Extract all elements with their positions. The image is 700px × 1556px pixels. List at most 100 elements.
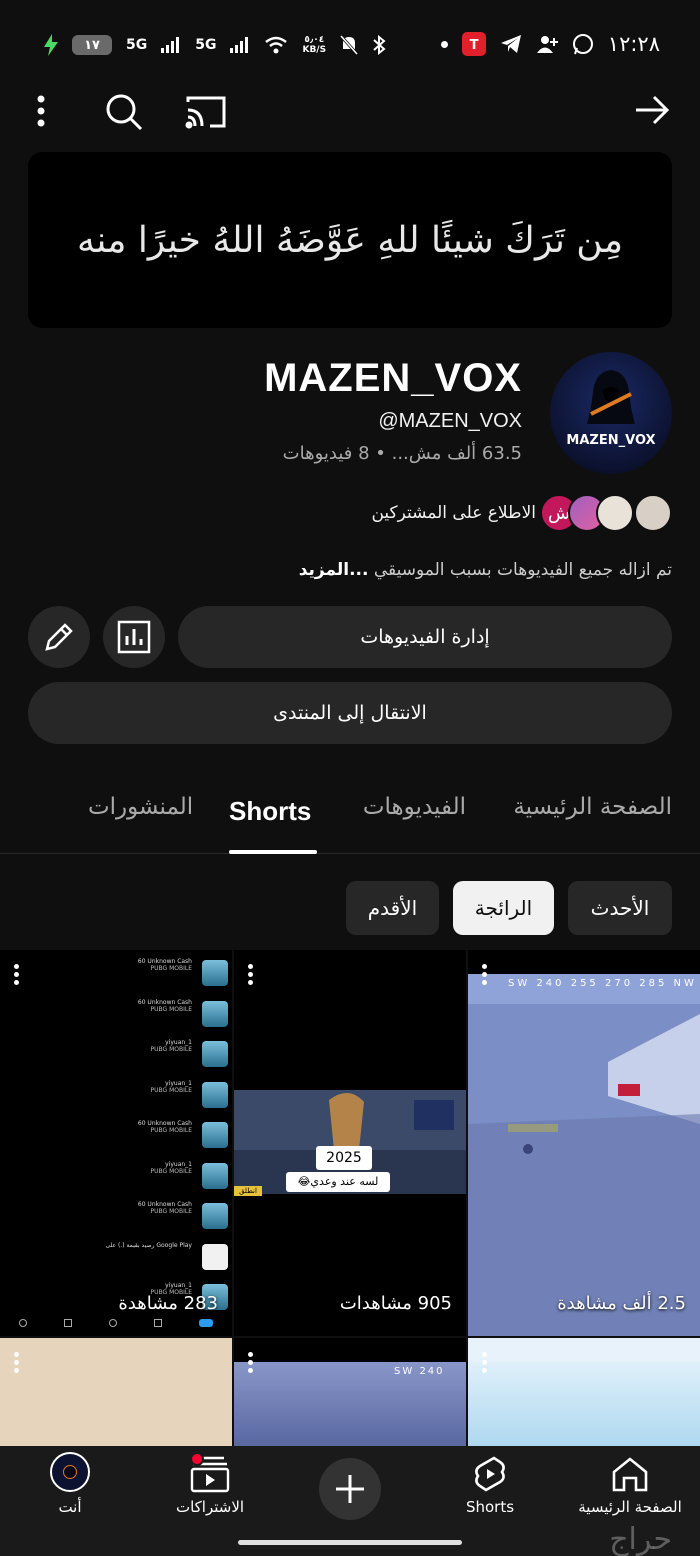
notification-dot	[440, 40, 448, 48]
list-item: 60 Unknown Cash PUBG MOBILE	[38, 1201, 228, 1242]
signal-icon	[230, 37, 249, 53]
status-bar: ١٧ 5G 5G ٥٫٠٤ KB/S T ١٢:٢٨	[0, 22, 700, 70]
more-options-icon[interactable]	[34, 94, 48, 128]
mini-nav-icon	[18, 1319, 27, 1327]
analytics-button[interactable]	[103, 606, 165, 668]
game-screenshot-image	[468, 974, 700, 1336]
forward-arrow-icon[interactable]	[634, 94, 670, 126]
app-notification-icon: T	[461, 32, 486, 56]
battery-icon: ١٧	[72, 35, 112, 55]
tab-shorts[interactable]: Shorts	[229, 796, 311, 827]
channel-name: MAZEN_VOX	[264, 356, 522, 400]
list-item: رصيد بقيمة (.) على Google Play	[38, 1242, 228, 1283]
chip-latest[interactable]: الأحدث	[568, 881, 672, 935]
more-link[interactable]: ...المزيد	[299, 560, 369, 580]
subscribers-row[interactable]: ش الاطلاع على المشتركين	[371, 494, 672, 532]
tab-videos[interactable]: الفيديوهات	[363, 794, 466, 820]
list-item-game: PUBG MOBILE	[150, 1208, 193, 1215]
whatsapp-icon	[572, 34, 593, 55]
google-play-icon	[202, 1243, 228, 1270]
nav-you-label: أنت	[58, 1498, 82, 1516]
purchase-list: 60 Unknown Cash PUBG MOBILE 60 Unknown Cas…	[38, 958, 228, 1323]
list-item-name: 60 Unknown Cash	[137, 958, 192, 965]
short-thumbnail[interactable]: 60 Unknown Cash PUBG MOBILE 60 Unknown Cas…	[0, 950, 232, 1336]
mini-nav-icon	[154, 1319, 163, 1327]
list-item-name: yiyuan_1	[165, 1079, 192, 1087]
short-views: 905 مشاهدات	[339, 1293, 452, 1314]
pubg-icon	[202, 1122, 228, 1148]
add-contact-icon	[536, 36, 558, 53]
tab-home[interactable]: الصفحة الرئيسية	[513, 794, 672, 820]
nav-shorts-label: Shorts	[465, 1498, 515, 1516]
list-item-name: yiyuan_1	[165, 1282, 192, 1289]
list-item: 60 Unknown Cash PUBG MOBILE	[38, 999, 228, 1040]
wifi-icon	[265, 36, 288, 54]
manage-videos-label: إدارة الفيديوهات	[360, 626, 490, 648]
more-options-icon[interactable]	[248, 1352, 256, 1376]
active-tab-indicator	[229, 850, 317, 854]
nav-subscriptions-label: الاشتراكات	[175, 1498, 245, 1516]
pubg-icon	[202, 960, 228, 986]
short-thumbnail[interactable]	[468, 1338, 700, 1446]
view-subscribers-link[interactable]: الاطلاع على المشتركين	[371, 503, 536, 523]
tab-posts[interactable]: المنشورات	[88, 794, 193, 820]
list-item-game: PUBG MOBILE	[150, 1167, 193, 1175]
caption-label: لسه عند وعدي😂	[286, 1172, 390, 1192]
cast-icon[interactable]	[184, 94, 228, 130]
list-item-game: PUBG MOBILE	[150, 1046, 193, 1053]
manage-videos-button[interactable]: إدارة الفيديوهات	[178, 606, 672, 668]
pubg-icon	[202, 1162, 228, 1189]
list-item-game: PUBG MOBILE	[150, 1005, 193, 1013]
short-thumbnail[interactable]: 2025 لسه عند وعدي😂 انطلق 905 مشاهدات	[234, 950, 466, 1336]
net-speed: ٥٫٠٤ KB/S	[302, 35, 327, 55]
signal-icon	[161, 37, 180, 53]
plus-icon	[336, 1475, 364, 1503]
edit-channel-button[interactable]	[28, 606, 90, 668]
bluetooth-icon	[373, 35, 386, 55]
gesture-bar	[238, 1540, 462, 1545]
more-options-icon[interactable]	[14, 1352, 22, 1376]
more-options-icon[interactable]	[14, 964, 22, 988]
network-5g-2: 5G	[195, 37, 217, 53]
channel-description[interactable]: تم ازاله جميع الفيديوهات بسبب الموسيقي .…	[299, 560, 672, 580]
subscriber-avatars: ش	[540, 494, 672, 532]
list-item: 60 Unknown Cash PUBG MOBILE	[38, 958, 228, 999]
short-thumbnail[interactable]	[0, 1338, 232, 1446]
more-options-icon[interactable]	[482, 964, 490, 988]
go-to-community-button[interactable]: الانتقال إلى المنتدى	[28, 682, 672, 744]
more-options-icon[interactable]	[482, 1352, 490, 1376]
chip-oldest[interactable]: الأقدم	[346, 881, 439, 935]
charging-icon	[44, 34, 58, 56]
channel-banner: مِن تَرَكَ شيئًا للهِ عَوَّضَهُ اللهُ خي…	[28, 152, 672, 328]
list-item-game: PUBG MOBILE	[150, 1086, 193, 1094]
create-button[interactable]	[319, 1458, 381, 1520]
mini-nav-icon	[63, 1319, 72, 1327]
list-item: 60 Unknown Cash PUBG MOBILE	[38, 1120, 228, 1161]
short-thumbnail[interactable]: SW 240	[234, 1338, 466, 1446]
list-item-game: PUBG MOBILE	[150, 965, 193, 972]
status-icons-left: ١٧ 5G 5G ٥٫٠٤ KB/S	[44, 34, 386, 56]
svg-text:T: T	[469, 38, 478, 53]
short-thumbnail[interactable]: SW 240 255 270 285 NW 2.5 ألف مشاهدة	[468, 950, 700, 1336]
list-item-name: yiyuan_1	[165, 1160, 192, 1168]
account-avatar	[50, 1452, 90, 1492]
search-icon[interactable]	[104, 92, 144, 132]
watermark-logo: حراج	[609, 1522, 672, 1556]
chip-popular[interactable]: الرائجة	[453, 881, 554, 935]
top-app-bar	[0, 86, 700, 136]
nav-you[interactable]: أنت	[0, 1446, 140, 1556]
network-5g-1: 5G	[126, 37, 148, 53]
shorts-icon	[475, 1456, 505, 1492]
more-options-icon[interactable]	[248, 964, 256, 988]
short-image	[468, 1362, 700, 1446]
avatar-mini	[63, 1465, 77, 1479]
pubg-icon	[202, 1081, 228, 1108]
compass-bar: SW 240 255 270 285 NW	[508, 978, 697, 989]
list-item-name: 60 Unknown Cash	[137, 1201, 192, 1208]
channel-handle: @MAZEN_VOX	[378, 410, 522, 432]
channel-stats[interactable]: 63.5 ألف مش... • 8 فيديوهات	[283, 443, 522, 464]
description-text: تم ازاله جميع الفيديوهات بسبب الموسيقي	[368, 560, 672, 580]
avatar-text: MAZEN_VOX	[566, 433, 656, 448]
channel-avatar[interactable]: MAZEN_VOX	[550, 352, 672, 474]
list-item: yiyuan_1 PUBG MOBILE	[38, 1079, 228, 1121]
